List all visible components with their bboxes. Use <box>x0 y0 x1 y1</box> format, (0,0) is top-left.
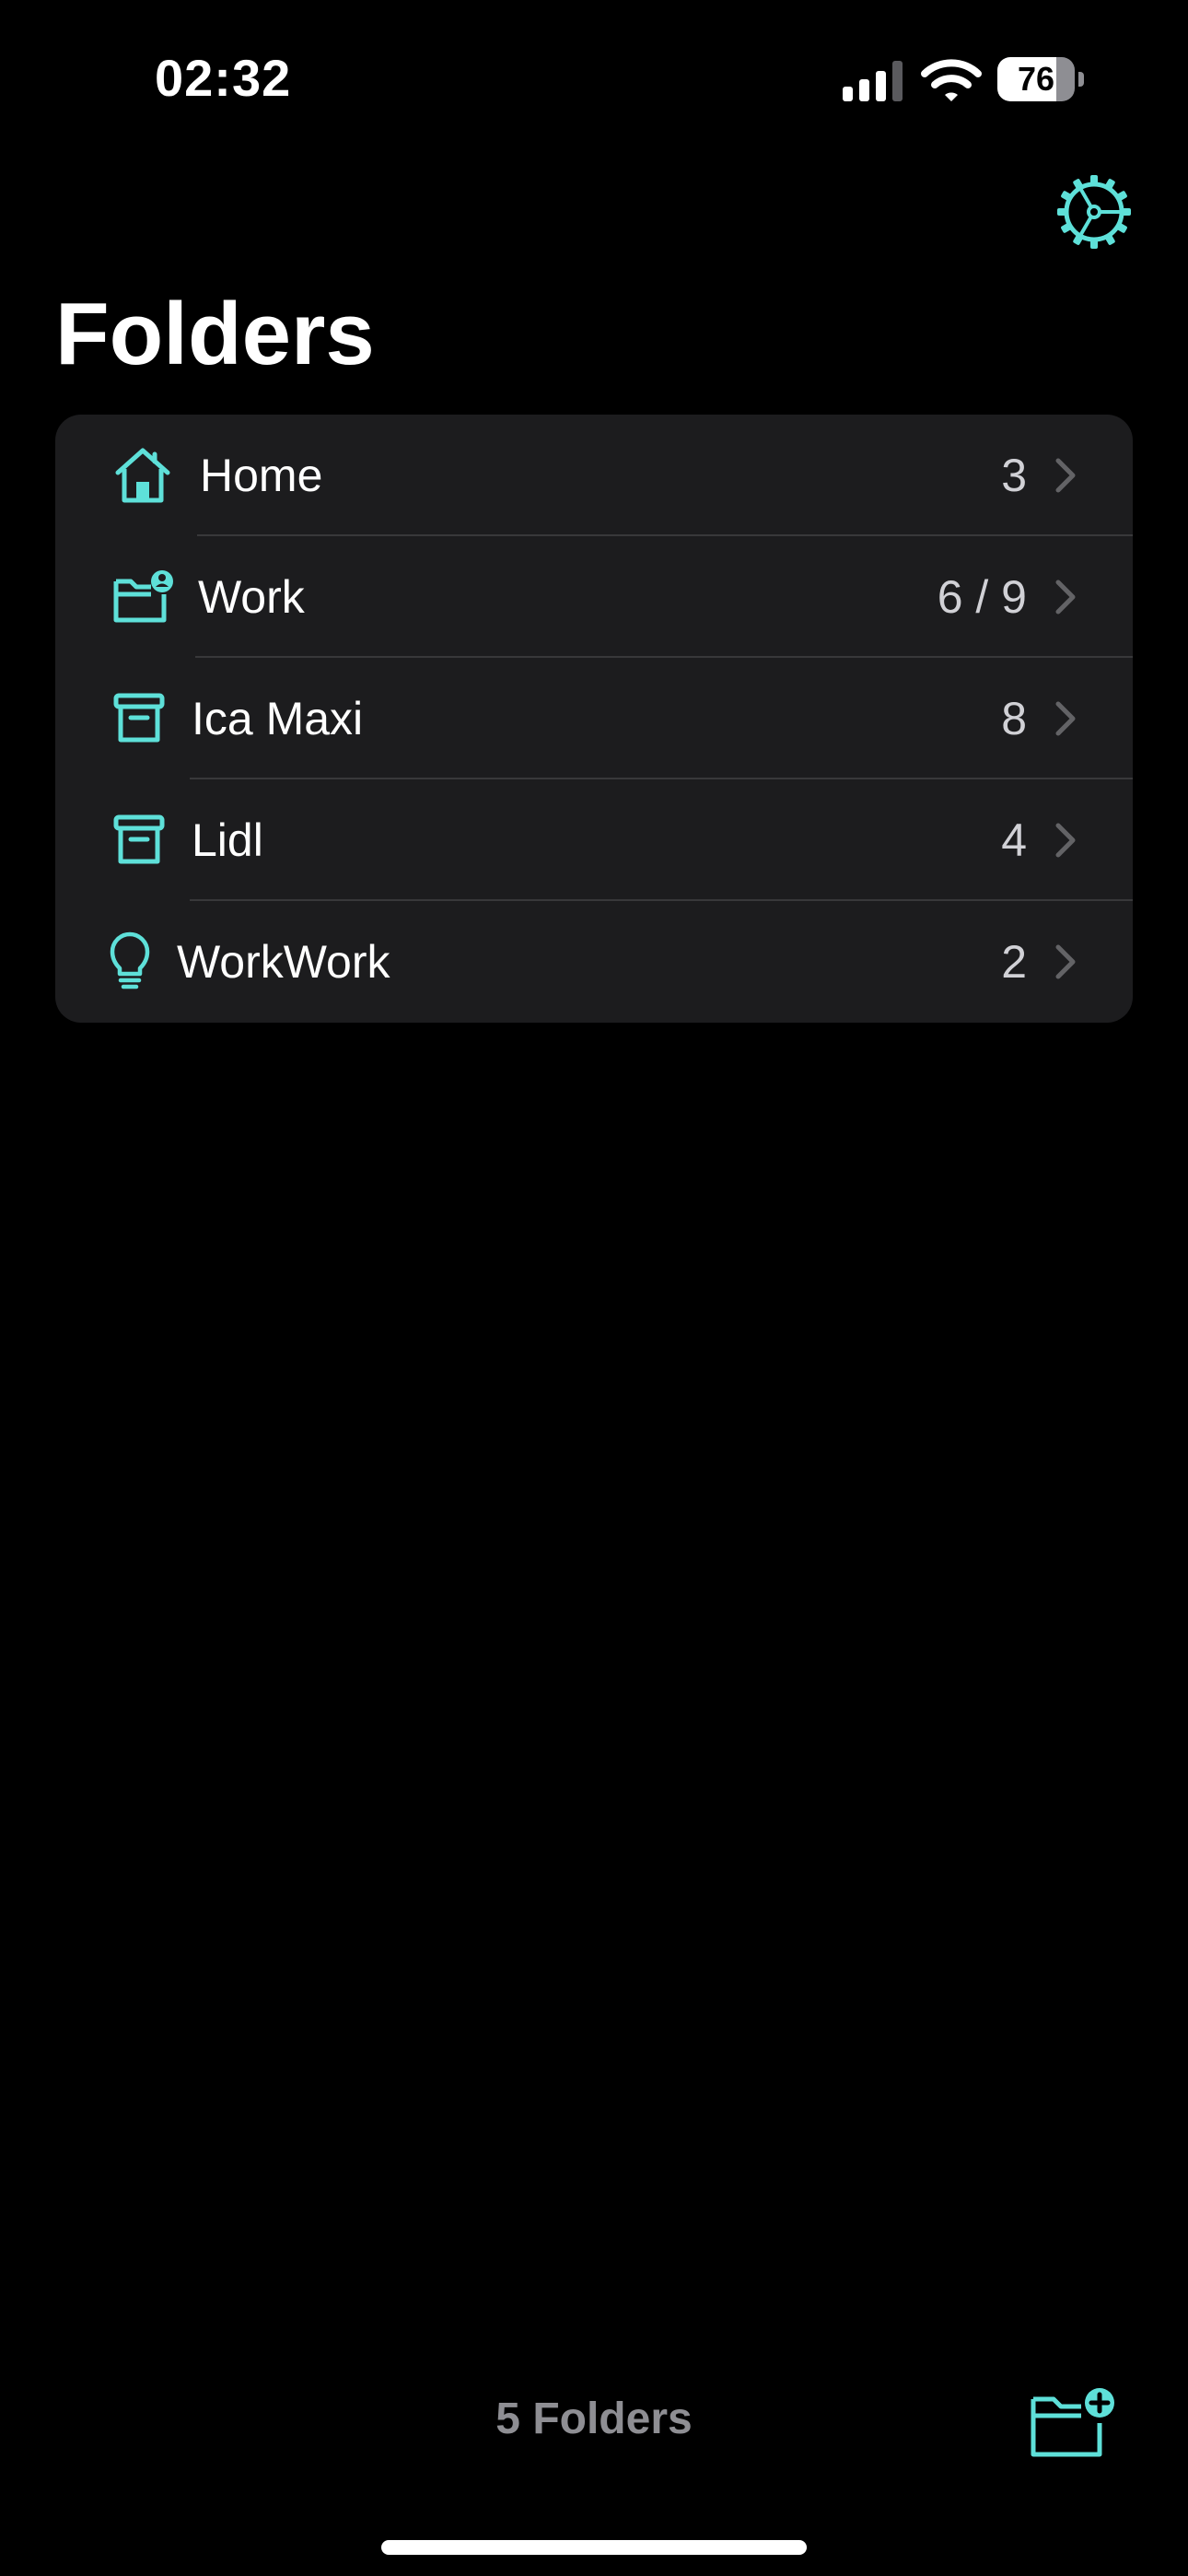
folder-row-ica-maxi[interactable]: Ica Maxi 8 <box>55 658 1133 779</box>
chevron-right-icon <box>1055 580 1076 615</box>
folder-count-label: 5 Folders <box>495 2395 693 2443</box>
folder-list: Home 3 Work 6 / 9 Ica Maxi 8 Lidl 4 Work… <box>55 415 1133 1023</box>
gear-icon <box>1057 175 1131 249</box>
folder-name: Lidl <box>192 814 263 866</box>
folder-name: Work <box>198 571 305 623</box>
wifi-icon <box>921 59 982 101</box>
folder-row-workwork[interactable]: WorkWork 2 <box>55 901 1133 1023</box>
folder-count: 3 <box>1001 450 1027 501</box>
folder-count: 6 / 9 <box>937 571 1027 623</box>
chevron-right-icon <box>1055 701 1076 736</box>
status-bar: 02:32 76 <box>0 0 1188 157</box>
battery-level: 76 <box>1017 60 1055 98</box>
status-time: 02:32 <box>155 49 292 107</box>
folder-name: WorkWork <box>177 936 390 988</box>
chevron-right-icon <box>1055 944 1076 979</box>
folder-name: Ica Maxi <box>192 693 364 744</box>
new-folder-button[interactable] <box>1030 2386 1118 2460</box>
chevron-right-icon <box>1055 823 1076 858</box>
folder-plus-icon <box>1031 2388 1114 2457</box>
home-indicator[interactable] <box>381 2540 807 2555</box>
settings-button[interactable] <box>1055 173 1133 251</box>
folder-row-home[interactable]: Home 3 <box>55 415 1133 536</box>
cellular-signal-icon <box>843 61 903 101</box>
page-title: Folders <box>55 285 375 383</box>
folder-count: 2 <box>1001 936 1027 988</box>
lightbulb-icon <box>110 931 150 989</box>
folder-name: Home <box>200 450 323 501</box>
chevron-right-icon <box>1055 458 1076 493</box>
archive-box-icon <box>113 693 165 743</box>
folder-count: 8 <box>1001 693 1027 744</box>
folder-count: 4 <box>1001 814 1027 866</box>
house-icon <box>115 448 170 503</box>
folder-row-work[interactable]: Work 6 / 9 <box>55 536 1133 658</box>
archive-box-icon <box>113 814 165 864</box>
battery-indicator: 76 <box>997 57 1086 101</box>
folder-row-lidl[interactable]: Lidl 4 <box>55 779 1133 901</box>
folder-person-icon <box>113 570 173 623</box>
